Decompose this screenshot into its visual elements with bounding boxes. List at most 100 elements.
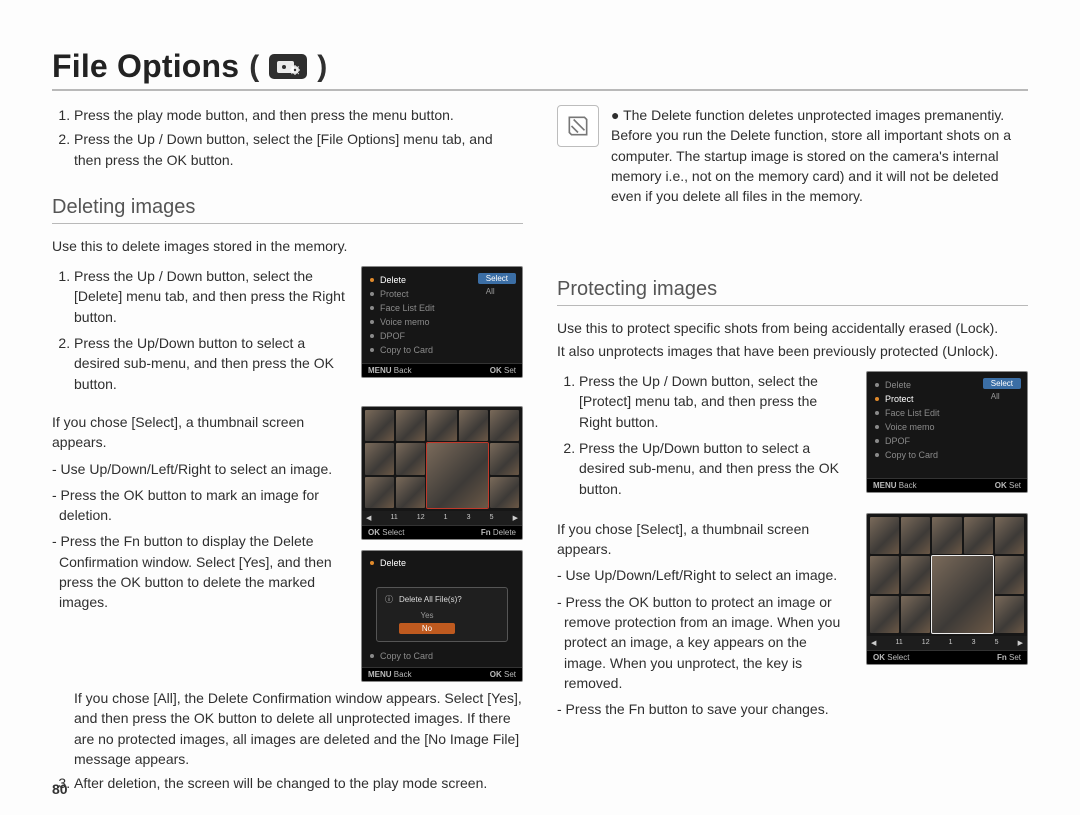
status-back: Back (394, 366, 412, 375)
strip-n: 3 (972, 639, 976, 646)
strip-n: 11 (895, 639, 902, 646)
protecting-steps12: Press the Up / Down button, select the [… (557, 371, 852, 505)
right-column: ● The Delete function deletes unprotecte… (557, 105, 1028, 809)
deleting-heading: Deleting images (52, 196, 523, 219)
pselect-b3: - Press the Fn button to save your chang… (557, 699, 852, 719)
dialog-title: Delete All File(s)? (399, 595, 462, 604)
menu-voicememo: Voice memo (380, 317, 430, 327)
menu-copy: Copy to Card (380, 345, 433, 355)
deleting-rule (52, 223, 523, 224)
deleting-step-1: Press the Up / Down button, select the [… (74, 266, 347, 327)
manual-page: File Options ( ) Press the play mode but… (0, 0, 1080, 815)
page-title-row: File Options ( ) (52, 48, 1028, 85)
page-number: 80 (52, 781, 68, 797)
protecting-intro1: Use this to protect specific shots from … (557, 318, 1028, 338)
select-b2: - Press the OK button to mark an image f… (52, 485, 347, 526)
select-b3: - Press the Fn button to display the Del… (52, 531, 347, 612)
key-ok: OK (490, 366, 502, 375)
delete-confirm-dialog: ⓘ Delete All File(s)? Yes No (376, 587, 508, 642)
protecting-screen-thumbs: ◀ 11 12 1 3 5 ▶ OK Select Fn Set (866, 513, 1028, 665)
deleting-intro: Use this to delete images stored in the … (52, 236, 523, 256)
protecting-intro2: It also unprotects images that have been… (557, 341, 1028, 361)
deleting-screen-thumbs: ◀ 11 12 1 3 5 ▶ OK Select Fn Delete (361, 406, 523, 540)
intro-step-1: Press the play mode button, and then pre… (74, 105, 523, 125)
bullet-icon: ● (611, 107, 623, 123)
menu-protect: Protect (885, 394, 914, 404)
strip-n: 1 (949, 639, 953, 646)
side-select: Select (478, 273, 516, 284)
note-icon (557, 105, 599, 147)
side-select: Select (983, 378, 1021, 389)
side-all: All (478, 286, 516, 297)
protecting-heading: Protecting images (557, 278, 1028, 301)
key-ok: OK (995, 481, 1007, 490)
key-menu: MENU (873, 481, 897, 490)
protecting-row-1: Press the Up / Down button, select the [… (557, 371, 1028, 505)
protecting-select-text: If you chose [Select], a thumbnail scree… (557, 513, 852, 726)
status-back: Back (899, 481, 917, 490)
strip-n: 12 (922, 639, 930, 646)
deleting-screen-confirm: Delete ⓘ Delete All File(s)? Yes No Copy … (361, 550, 523, 682)
deleting-all-block: If you chose [All], the Delete Confirmat… (52, 688, 523, 769)
strip-n: 1 (444, 514, 448, 521)
pselect-lead: If you chose [Select], a thumbnail scree… (557, 519, 852, 560)
status-set: Set (1009, 481, 1021, 490)
strip-n: 3 (467, 514, 471, 521)
status-delete: Delete (493, 528, 516, 537)
strip-n: 11 (390, 514, 397, 521)
select-lead: If you chose [Select], a thumbnail scree… (52, 412, 347, 453)
menu-copy: Copy to Card (885, 450, 938, 460)
deleting-step-2: Press the Up/Down button to select a des… (74, 333, 347, 394)
deleting-select-text: If you chose [Select], a thumbnail scree… (52, 406, 347, 619)
menu-dpof: DPOF (380, 331, 405, 341)
key-menu: MENU (368, 366, 392, 375)
deleting-screen-menu: Delete Protect Face List Edit Voice memo… (361, 266, 523, 378)
deleting-step-3: After deletion, the screen will be chang… (74, 773, 523, 793)
intro-step-2: Press the Up / Down button, select the [… (74, 129, 523, 170)
menu-protect: Protect (380, 289, 409, 299)
strip-n: 12 (417, 514, 425, 521)
key-fn: Fn (481, 528, 491, 537)
key-ok: OK (490, 670, 502, 679)
protecting-rule (557, 305, 1028, 306)
status-select: Select (887, 653, 909, 662)
pselect-b2: - Press the OK button to protect an imag… (557, 592, 852, 693)
menu-delete: Delete (380, 558, 406, 568)
opt-yes: Yes (399, 610, 455, 621)
menu-copy: Copy to Card (380, 651, 433, 661)
paren-open: ( (249, 50, 259, 84)
protect-step-2: Press the Up/Down button to select a des… (579, 438, 852, 499)
menu-facelist: Face List Edit (885, 408, 940, 418)
columns: Press the play mode button, and then pre… (52, 105, 1028, 809)
deleting-row-2: If you chose [Select], a thumbnail scree… (52, 406, 523, 682)
menu-facelist: Face List Edit (380, 303, 435, 313)
status-set: Set (1009, 653, 1021, 662)
note-block: ● The Delete function deletes unprotecte… (557, 105, 1028, 206)
menu-voicememo: Voice memo (885, 422, 935, 432)
protecting-row-2: If you chose [Select], a thumbnail scree… (557, 513, 1028, 726)
protecting-screen-menu: Delete Protect Face List Edit Voice memo… (866, 371, 1028, 493)
status-back: Back (394, 670, 412, 679)
strip-n: 5 (490, 514, 494, 521)
note-body: The Delete function deletes unprotected … (611, 107, 1011, 204)
pselect-b1: - Use Up/Down/Left/Right to select an im… (557, 565, 852, 585)
intro-steps: Press the play mode button, and then pre… (52, 105, 523, 174)
key-ok: OK (368, 528, 380, 537)
menu-dpof: DPOF (885, 436, 910, 446)
note-text: ● The Delete function deletes unprotecte… (611, 105, 1028, 206)
status-set: Set (504, 366, 516, 375)
screen-statusbar: MENU Back OK Set (362, 363, 522, 377)
page-title: File Options (52, 48, 239, 85)
status-set: Set (504, 670, 516, 679)
key-fn: Fn (997, 653, 1007, 662)
opt-no: No (399, 623, 455, 634)
title-rule (52, 89, 1028, 91)
protect-step-1: Press the Up / Down button, select the [… (579, 371, 852, 432)
side-all: All (983, 391, 1021, 402)
key-ok: OK (873, 653, 885, 662)
select-b1: - Use Up/Down/Left/Right to select an im… (52, 459, 347, 479)
key-menu: MENU (368, 670, 392, 679)
menu-delete: Delete (380, 275, 406, 285)
menu-delete: Delete (885, 380, 911, 390)
info-icon: ⓘ (385, 594, 393, 605)
